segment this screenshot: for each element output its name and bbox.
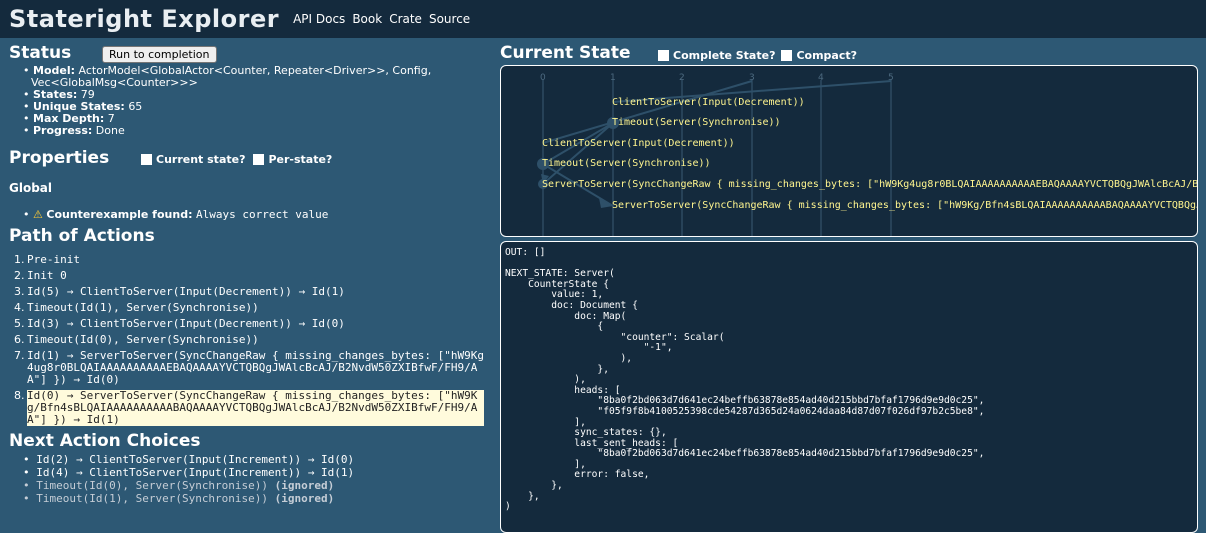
properties-heading: Properties — [9, 148, 110, 168]
sequence-diagram-svg: 0 1 2 3 4 5 ClientToServer(Input(Decreme… — [537, 73, 1197, 236]
status-heading: Status — [9, 43, 72, 63]
path-step[interactable]: 2. Init 0 — [14, 270, 484, 282]
current-state-label: Current state? — [156, 153, 246, 166]
warning-icon: ⚠ — [33, 208, 43, 221]
compact-toggle[interactable]: Compact? — [781, 49, 857, 62]
step-action[interactable]: Id(0) → ServerToServer(SyncChangeRaw { m… — [27, 390, 484, 426]
step-number: 2. — [14, 269, 25, 282]
path-step[interactable]: 6. Timeout(Id(0), Server(Synchronise)) — [14, 334, 484, 346]
per-state-checkbox[interactable] — [253, 154, 265, 165]
step-number: 5. — [14, 317, 25, 330]
current-state-checkbox[interactable] — [141, 154, 152, 165]
path-step[interactable]: 7. Id(1) → ServerToServer(SyncChangeRaw {… — [14, 350, 484, 386]
path-of-actions-list: 1. Pre-init 2. Init 0 3. Id(5) → ClientToSe… — [14, 254, 484, 430]
sequence-diagram: 0 1 2 3 4 5 ClientToServer(Input(Decreme… — [500, 65, 1198, 237]
left-panel: Status Run to completion Model: ActorMod… — [0, 38, 492, 514]
next-action-text[interactable]: Id(4) → ClientToServer(Input(Increment))… — [36, 466, 354, 479]
path-step[interactable]: 3. Id(5) → ClientToServer(Input(Decrement… — [14, 286, 484, 298]
message-label: ClientToServer(Input(Decrement)) — [542, 138, 735, 149]
next-action-item-ignored[interactable]: Timeout(Id(1), Server(Synchronise)) (ign… — [31, 492, 354, 505]
next-action-list: Id(2) → ClientToServer(Input(Increment))… — [31, 453, 354, 505]
top-nav-bar: Stateright Explorer API Docs Book Crate … — [0, 0, 1206, 38]
status-progress: Progress: Done — [31, 125, 471, 137]
step-action[interactable]: Id(3) → ClientToServer(Input(Decrement))… — [27, 318, 345, 330]
state-output-panel[interactable]: OUT: [] NEXT_STATE: Server( CounterState… — [500, 241, 1198, 533]
properties-options: Current state? Per-state? — [141, 153, 332, 166]
step-action[interactable]: Id(1) → ServerToServer(SyncChangeRaw { m… — [27, 350, 484, 386]
path-step[interactable]: 5. Id(3) → ClientToServer(Input(Decrement… — [14, 318, 484, 330]
step-action[interactable]: Pre-init — [27, 254, 80, 266]
state-output-text: OUT: [] NEXT_STATE: Server( CounterState… — [505, 247, 985, 513]
path-step[interactable]: 1. Pre-init — [14, 254, 484, 266]
column-label: 4 — [818, 73, 824, 83]
column-label: 0 — [540, 73, 546, 83]
step-number: 8. — [14, 389, 25, 402]
run-to-completion-button[interactable]: Run to completion — [102, 46, 217, 63]
current-state-heading: Current State — [500, 43, 631, 63]
column-label: 2 — [679, 73, 685, 83]
message-label: Timeout(Server(Synchronise)) — [542, 158, 711, 169]
step-number: 3. — [14, 285, 25, 298]
step-number: 4. — [14, 301, 25, 314]
compact-label: Compact? — [796, 49, 858, 62]
message-label: Timeout(Server(Synchronise)) — [612, 117, 781, 128]
next-action-item[interactable]: Id(4) → ClientToServer(Input(Increment))… — [31, 466, 354, 479]
step-number: 6. — [14, 333, 25, 346]
counterexample-link[interactable]: Always correct value — [196, 208, 328, 221]
status-progress-value: Done — [95, 124, 125, 137]
status-unique-states-value: 65 — [128, 100, 143, 113]
step-number: 1. — [14, 253, 25, 266]
status-list: Model: ActorModel<GlobalActor<Counter, R… — [31, 65, 471, 137]
ignored-tag: (ignored) — [274, 479, 335, 492]
compact-checkbox[interactable] — [781, 50, 793, 61]
ignored-tag: (ignored) — [274, 492, 335, 505]
complete-state-label: Complete State? — [673, 49, 776, 62]
nav-links: API Docs Book Crate Source — [286, 12, 470, 26]
next-action-text[interactable]: Timeout(Id(0), Server(Synchronise)) — [36, 479, 268, 492]
next-action-item[interactable]: Id(2) → ClientToServer(Input(Increment))… — [31, 453, 354, 466]
status-model: Model: ActorModel<GlobalActor<Counter, R… — [31, 65, 471, 89]
status-model-value: ActorModel<GlobalActor<Counter, Repeater… — [31, 64, 432, 89]
column-label: 1 — [610, 73, 616, 83]
step-action[interactable]: Timeout(Id(1), Server(Synchronise)) — [27, 302, 259, 314]
next-action-item-ignored[interactable]: Timeout(Id(0), Server(Synchronise)) (ign… — [31, 479, 354, 492]
step-action[interactable]: Init 0 — [27, 270, 67, 282]
next-action-text[interactable]: Id(2) → ClientToServer(Input(Increment))… — [36, 453, 354, 466]
path-of-actions-heading: Path of Actions — [9, 226, 155, 246]
message-label: ClientToServer(Input(Decrement)) — [612, 97, 805, 108]
step-number: 7. — [14, 349, 25, 362]
path-step[interactable]: 4. Timeout(Id(1), Server(Synchronise)) — [14, 302, 484, 314]
counterexample-label: Counterexample found: — [46, 208, 193, 221]
path-step-current[interactable]: 8. Id(0) → ServerToServer(SyncChangeRaw {… — [14, 390, 484, 426]
message-label: ServerToServer(SyncChangeRaw { missing_c… — [612, 200, 1197, 211]
property-item: ⚠ Counterexample found: Always correct v… — [31, 208, 328, 221]
app-title: Stateright Explorer — [9, 5, 280, 33]
step-action[interactable]: Id(5) → ClientToServer(Input(Decrement))… — [27, 286, 345, 298]
complete-state-toggle[interactable]: Complete State? — [658, 49, 775, 62]
nav-link-source[interactable]: Source — [429, 12, 470, 26]
arrow-head — [599, 198, 613, 208]
next-action-choices-heading: Next Action Choices — [9, 431, 201, 451]
per-state-toggle[interactable]: Per-state? — [253, 153, 332, 166]
nav-link-api-docs[interactable]: API Docs — [293, 12, 345, 26]
status-progress-label: Progress: — [33, 124, 93, 137]
nav-link-book[interactable]: Book — [352, 12, 382, 26]
complete-state-checkbox[interactable] — [658, 50, 669, 61]
message-arrow — [542, 80, 753, 144]
current-state-options: Complete State? Compact? — [658, 49, 857, 62]
right-panel: Current State Complete State? Compact? 0… — [498, 38, 1200, 533]
global-properties-label: Global — [9, 181, 53, 195]
current-state-toggle[interactable]: Current state? — [141, 153, 245, 166]
next-action-text[interactable]: Timeout(Id(1), Server(Synchronise)) — [36, 492, 268, 505]
step-action[interactable]: Timeout(Id(0), Server(Synchronise)) — [27, 334, 259, 346]
message-label: ServerToServer(SyncChangeRaw { missing_c… — [542, 179, 1197, 190]
per-state-label: Per-state? — [268, 153, 333, 166]
nav-link-crate[interactable]: Crate — [389, 12, 422, 26]
